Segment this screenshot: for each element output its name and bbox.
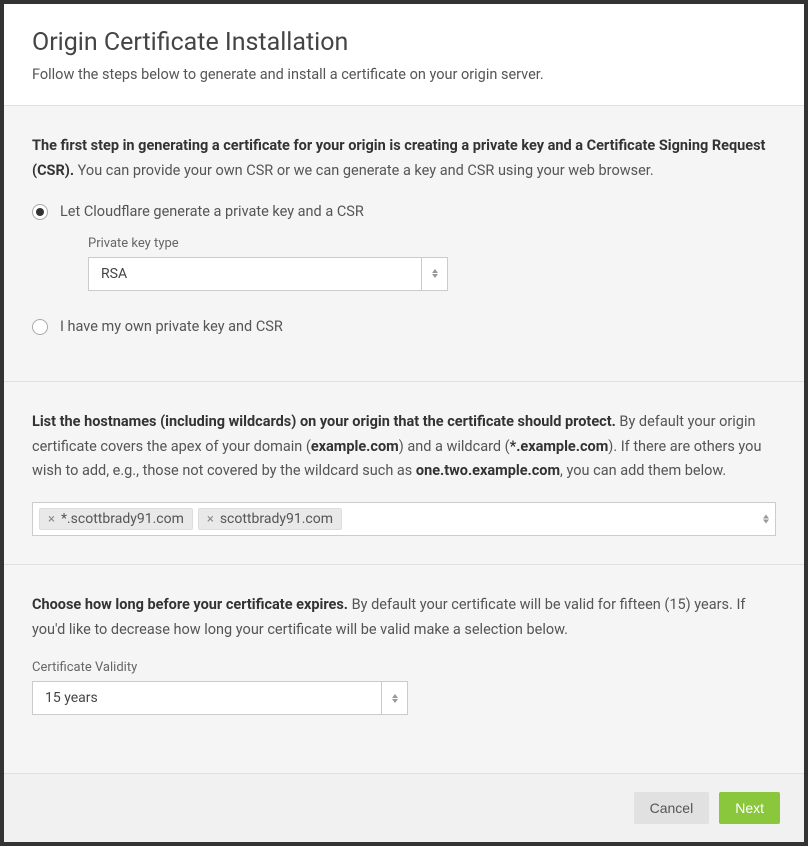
hostnames-intro: List the hostnames (including wildcards)… bbox=[32, 410, 776, 484]
radio-generate-label: Let Cloudflare generate a private key an… bbox=[60, 202, 776, 222]
chevron-down-icon bbox=[763, 520, 769, 524]
modal-body: The first step in generating a certifica… bbox=[4, 106, 804, 773]
private-key-select[interactable]: RSA bbox=[88, 257, 448, 291]
chevron-up-icon bbox=[392, 694, 398, 698]
radio-icon bbox=[32, 319, 48, 335]
chevron-down-icon bbox=[392, 699, 398, 703]
csr-intro: The first step in generating a certifica… bbox=[32, 134, 776, 183]
radio-icon bbox=[32, 204, 48, 220]
tag-input-handle-icon bbox=[763, 515, 769, 524]
hostname-tag: × scottbrady91.com bbox=[198, 508, 342, 530]
csr-intro-rest: You can provide your own CSR or we can g… bbox=[74, 162, 654, 179]
section-hostnames: List the hostnames (including wildcards)… bbox=[4, 382, 804, 565]
chevron-down-icon bbox=[432, 274, 438, 278]
private-key-field: Private key type RSA bbox=[88, 236, 776, 291]
hostname-tag: × *.scottbrady91.com bbox=[39, 508, 193, 530]
validity-value: 15 years bbox=[33, 682, 407, 714]
modal-header: Origin Certificate Installation Follow t… bbox=[4, 4, 804, 106]
validity-select[interactable]: 15 years bbox=[32, 681, 408, 715]
validity-intro: Choose how long before your certificate … bbox=[32, 593, 776, 642]
origin-cert-modal: Origin Certificate Installation Follow t… bbox=[4, 4, 804, 842]
section-validity: Choose how long before your certificate … bbox=[4, 565, 804, 743]
modal-subtitle: Follow the steps below to generate and i… bbox=[32, 65, 776, 85]
radio-own-label: I have my own private key and CSR bbox=[60, 317, 283, 337]
chevron-up-icon bbox=[432, 269, 438, 273]
radio-generate[interactable]: Let Cloudflare generate a private key an… bbox=[32, 202, 776, 301]
cancel-button[interactable]: Cancel bbox=[634, 792, 710, 824]
select-handle-icon bbox=[421, 258, 447, 290]
private-key-label: Private key type bbox=[88, 236, 776, 251]
next-button[interactable]: Next bbox=[719, 792, 780, 824]
section-csr: The first step in generating a certifica… bbox=[4, 106, 804, 382]
modal-footer: Cancel Next bbox=[4, 773, 804, 842]
hostname-tag-label: *.scottbrady91.com bbox=[61, 511, 184, 527]
hostname-tag-label: scottbrady91.com bbox=[220, 511, 333, 527]
hostnames-intro-bold: List the hostnames (including wildcards)… bbox=[32, 413, 616, 430]
hostnames-input[interactable]: × *.scottbrady91.com × scottbrady91.com bbox=[32, 502, 776, 536]
select-handle-icon bbox=[381, 682, 407, 714]
radio-own[interactable]: I have my own private key and CSR bbox=[32, 317, 776, 337]
csr-radio-group: Let Cloudflare generate a private key an… bbox=[32, 202, 776, 338]
tag-remove-icon[interactable]: × bbox=[48, 512, 55, 527]
modal-title: Origin Certificate Installation bbox=[32, 28, 776, 57]
tag-remove-icon[interactable]: × bbox=[207, 512, 214, 527]
validity-label: Certificate Validity bbox=[32, 660, 776, 675]
chevron-up-icon bbox=[763, 515, 769, 519]
private-key-value: RSA bbox=[89, 258, 447, 290]
validity-intro-bold: Choose how long before your certificate … bbox=[32, 596, 348, 613]
